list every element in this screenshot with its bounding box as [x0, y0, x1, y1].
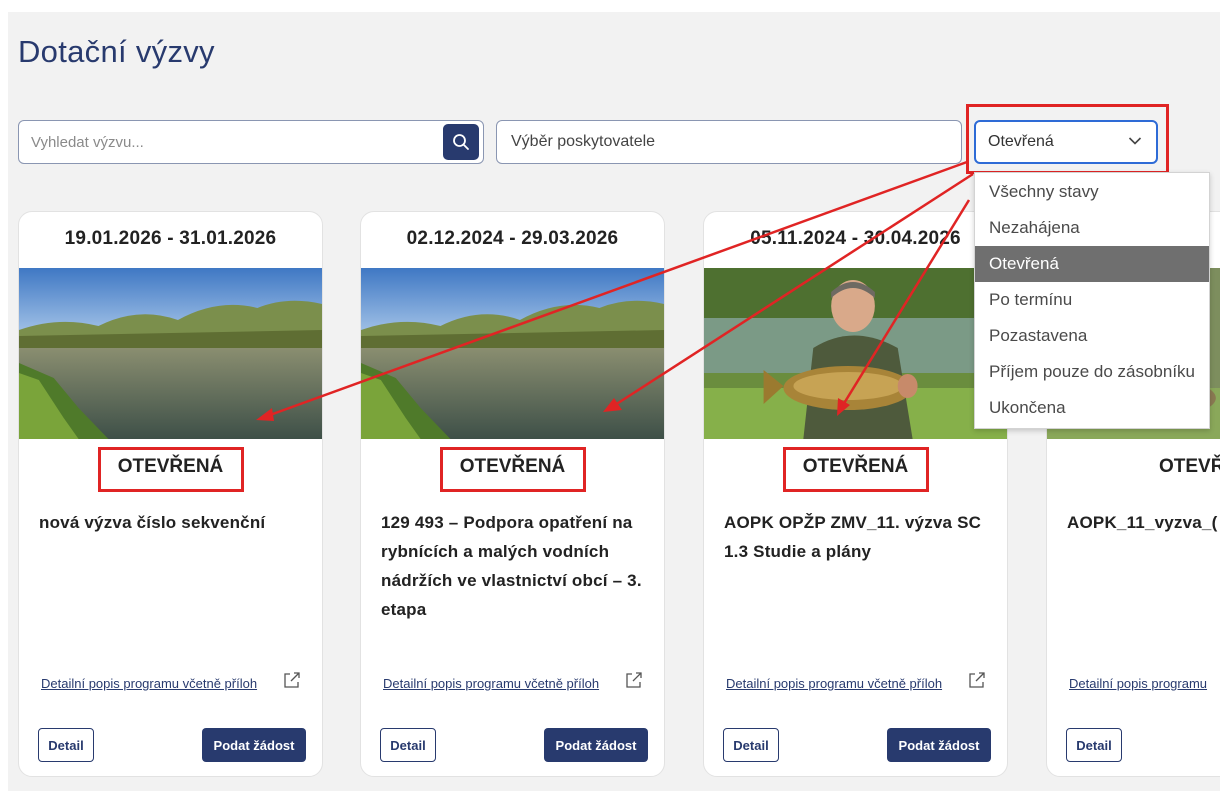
- status-option-all[interactable]: Všechny stavy: [975, 174, 1209, 210]
- search-icon: [453, 134, 469, 150]
- card-name: nová výzva číslo sekvenční: [39, 513, 266, 532]
- pond-image: [19, 268, 322, 439]
- card-name: AOPK_11_vyzva_(: [1067, 513, 1218, 532]
- page-title: Dotační výzvy: [18, 34, 215, 69]
- call-card: 02.12.2024 - 29.03.2026 OTEVŘENÁ 129 493: [360, 211, 665, 777]
- submit-application-button[interactable]: Podat žádost: [202, 728, 306, 762]
- card-status: OTEVŘENÁ: [802, 456, 909, 477]
- detail-button[interactable]: Detail: [1066, 728, 1122, 762]
- provider-select[interactable]: Výběr poskytovatele: [496, 120, 962, 164]
- card-status: OTEVŘENÁ: [459, 456, 566, 477]
- status-option-reservoir-only[interactable]: Příjem pouze do zásobníku: [975, 354, 1209, 390]
- card-status: OTEVŘE: [1159, 456, 1220, 477]
- angler-carp-image: [704, 268, 1007, 439]
- submit-application-button[interactable]: Podat žádost: [544, 728, 648, 762]
- call-card: 19.01.2026 - 31.01.2026 OTEVŘENÁ nová vý…: [18, 211, 323, 777]
- search-box: [18, 120, 484, 164]
- search-input[interactable]: [31, 121, 431, 163]
- card-name: AOPK OPŽP ZMV_11. výzva SC 1.3 Studie a …: [724, 513, 982, 561]
- status-option-open[interactable]: Otevřená: [975, 246, 1209, 282]
- detail-button[interactable]: Detail: [38, 728, 94, 762]
- status-select[interactable]: Otevřená: [974, 120, 1158, 164]
- chevron-down-icon: [1128, 137, 1142, 145]
- call-card: 05.11.2024 - 30.04.2026 OTEVŘENÁ AOPK OP…: [703, 211, 1008, 777]
- search-button[interactable]: [443, 124, 479, 160]
- external-link-icon[interactable]: [968, 671, 986, 689]
- pond-image: [361, 268, 664, 439]
- card-date-range: 05.11.2024 - 30.04.2026: [750, 228, 961, 249]
- submit-application-button[interactable]: Podat žádost: [887, 728, 991, 762]
- detail-button[interactable]: Detail: [380, 728, 436, 762]
- status-option-not-started[interactable]: Nezahájena: [975, 210, 1209, 246]
- card-status: OTEVŘENÁ: [117, 456, 224, 477]
- status-select-value: Otevřená: [988, 133, 1054, 150]
- program-detail-link[interactable]: Detailní popis programu: [1069, 676, 1207, 691]
- provider-select-label: Výběr poskytovatele: [511, 133, 656, 150]
- status-option-closed[interactable]: Ukončena: [975, 390, 1209, 426]
- card-date-range: 02.12.2024 - 29.03.2026: [406, 228, 619, 249]
- external-link-icon[interactable]: [283, 671, 301, 689]
- status-option-after-deadline[interactable]: Po termínu: [975, 282, 1209, 318]
- status-dropdown: Všechny stavy Nezahájena Otevřená Po ter…: [974, 172, 1210, 429]
- program-detail-link[interactable]: Detailní popis programu včetně příloh: [383, 676, 599, 691]
- page: Dotační výzvy Výběr poskytovatele Otevře…: [8, 12, 1220, 791]
- detail-button[interactable]: Detail: [723, 728, 779, 762]
- program-detail-link[interactable]: Detailní popis programu včetně příloh: [726, 676, 942, 691]
- program-detail-link[interactable]: Detailní popis programu včetně příloh: [41, 676, 257, 691]
- status-option-suspended[interactable]: Pozastavena: [975, 318, 1209, 354]
- card-date-range: 19.01.2026 - 31.01.2026: [64, 228, 277, 249]
- card-name: 129 493 – Podpora opatření na rybnících …: [381, 513, 642, 619]
- external-link-icon[interactable]: [625, 671, 643, 689]
